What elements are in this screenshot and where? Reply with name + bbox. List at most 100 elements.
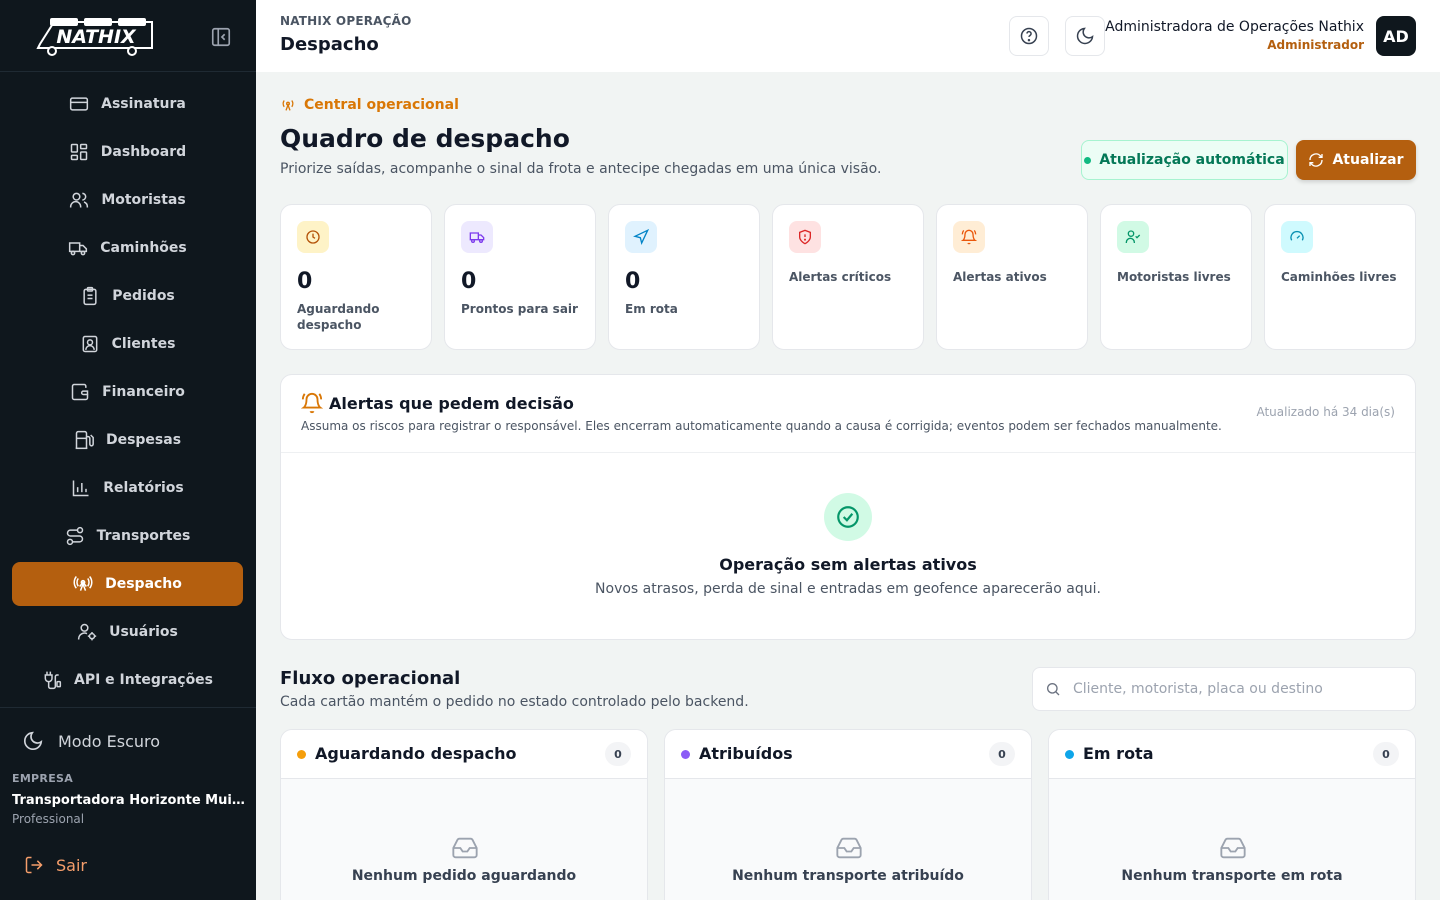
sidebar-item-api[interactable]: API e Integrações	[12, 658, 243, 702]
column-status-dot	[297, 750, 306, 759]
sidebar-item-transportes[interactable]: Transportes	[12, 514, 243, 558]
sidebar-divider	[0, 707, 256, 708]
flow-column-atribuidos: Atribuídos 0 Nenhum transporte atribuído	[664, 729, 1032, 900]
bar-chart-icon	[73, 480, 89, 497]
stat-icon-wrap	[461, 221, 493, 253]
column-title: Em rota	[1083, 744, 1154, 763]
sidebar-item-usuarios[interactable]: Usuários	[12, 610, 243, 654]
stat-label: Motoristas livres	[1117, 270, 1231, 284]
stat-card-motoristas-livres: Motoristas livres	[1100, 204, 1252, 350]
column-empty-text: Nenhum pedido aguardando	[351, 868, 577, 884]
avatar[interactable]: AD	[1376, 16, 1416, 56]
bell-ring-icon	[961, 229, 977, 245]
column-header: Aguardando despacho 0	[281, 730, 647, 779]
sidebar-item-label: Despacho	[105, 576, 182, 592]
alerts-description: Assuma os riscos para registrar o respon…	[301, 419, 1222, 433]
flow-subtitle: Cada cartão mantém o pedido no estado co…	[280, 694, 749, 710]
dark-mode-toggle[interactable]: Modo Escuro	[22, 730, 160, 752]
stat-label: Aguardando despacho	[297, 302, 380, 332]
sidebar-item-label: Caminhões	[100, 240, 187, 256]
auto-update-label: Atualização automática	[1099, 152, 1285, 168]
check-circle-icon	[837, 506, 859, 528]
sidebar-item-label: Pedidos	[112, 288, 175, 304]
column-header: Atribuídos 0	[665, 730, 1031, 779]
sidebar-item-relatorios[interactable]: Relatórios	[12, 466, 243, 510]
column-title: Atribuídos	[699, 744, 793, 763]
page-name: Despacho	[280, 34, 379, 55]
refresh-icon	[1309, 153, 1324, 167]
clock-icon	[306, 230, 320, 244]
sidebar-item-caminhoes[interactable]: Caminhões	[12, 226, 243, 270]
route-icon	[66, 526, 83, 546]
status-dot	[1084, 156, 1092, 164]
help-button[interactable]	[1009, 16, 1049, 56]
stat-label: Alertas críticos	[789, 270, 892, 284]
bell-ring-icon	[301, 393, 323, 414]
sidebar-item-clientes[interactable]: Clientes	[12, 322, 243, 366]
stat-icon-wrap	[1281, 221, 1313, 253]
stat-card-prontos: 0 Prontos para sair	[444, 204, 596, 350]
sidebar-collapse-icon[interactable]	[210, 26, 232, 48]
stat-label: Prontos para sair	[461, 302, 578, 316]
sidebar-item-motoristas[interactable]: Motoristas	[12, 178, 243, 222]
sidebar-item-assinatura[interactable]: Assinatura	[12, 82, 243, 126]
company-label: EMPRESA	[12, 772, 74, 785]
sidebar-item-financeiro[interactable]: Financeiro	[12, 370, 243, 414]
column-empty-text: Nenhum transporte atribuído	[732, 868, 964, 884]
auto-update-badge[interactable]: Atualização automática	[1081, 140, 1288, 180]
company-plan: Professional	[12, 812, 85, 826]
stat-card-em-rota: 0 Em rota	[608, 204, 760, 350]
logo-text: NATHIX	[56, 26, 137, 48]
eyebrow: Central operacional	[280, 97, 459, 113]
sidebar-item-label: API e Integrações	[73, 672, 214, 688]
stat-icon-wrap	[953, 221, 985, 253]
refresh-button[interactable]: Atualizar	[1296, 140, 1416, 180]
inbox-icon	[452, 837, 478, 859]
nathix-logo[interactable]: NATHIX	[32, 14, 158, 58]
theme-toggle-button[interactable]	[1065, 16, 1105, 56]
sidebar-item-pedidos[interactable]: Pedidos	[12, 274, 243, 318]
stat-icon-wrap	[297, 221, 329, 253]
sidebar-item-despesas[interactable]: Despesas	[12, 418, 243, 462]
stat-label: Em rota	[625, 302, 678, 316]
flow-columns: Aguardando despacho 0 Nenhum pedido agua…	[280, 729, 1416, 900]
search-box	[1032, 667, 1416, 711]
stat-icon-wrap	[789, 221, 821, 253]
sidebar-item-despacho[interactable]: Despacho	[12, 562, 243, 606]
sidebar-item-dashboard[interactable]: Dashboard	[12, 130, 243, 174]
main-content: Central operacional Quadro de despacho P…	[256, 72, 1440, 900]
stat-icon-wrap	[625, 221, 657, 253]
stat-card-alertas-criticos: Alertas críticos	[772, 204, 924, 350]
inbox-icon	[1220, 837, 1246, 859]
sidebar-item-label: Transportes	[96, 528, 191, 544]
radio-tower-icon	[282, 100, 294, 111]
empty-state-description: Novos atrasos, perda de sinal e entradas…	[595, 581, 1101, 597]
stat-icon-wrap	[1117, 221, 1149, 253]
page-title: Quadro de despacho	[280, 124, 570, 153]
alerts-title: Alertas que pedem decisão	[329, 394, 574, 413]
sidebar-item-label: Despesas	[105, 432, 182, 448]
topbar: NATHIX OPERAÇÃO Despacho Administradora …	[256, 0, 1440, 72]
page-subtitle: Priorize saídas, acompanhe o sinal da fr…	[280, 161, 882, 177]
eyebrow-label: Central operacional	[304, 97, 459, 113]
empty-state-badge	[824, 493, 872, 541]
navigation-icon	[633, 229, 649, 245]
dark-mode-label: Modo Escuro	[58, 731, 161, 751]
sidebar: NATHIX Assinatura Dashboard Motoristas C…	[0, 0, 256, 900]
dashboard-grid-icon	[70, 143, 88, 161]
stat-card-caminhoes-livres: Caminhões livres	[1264, 204, 1416, 350]
column-count-badge: 0	[1373, 742, 1399, 766]
search-input[interactable]	[1073, 681, 1393, 697]
flow-column-aguardando: Aguardando despacho 0 Nenhum pedido agua…	[280, 729, 648, 900]
truck-icon	[69, 242, 88, 256]
logout-button[interactable]: Sair	[24, 855, 87, 875]
sidebar-item-label: Motoristas	[101, 192, 186, 208]
column-status-dot	[1065, 750, 1074, 759]
moon-icon	[1076, 27, 1094, 45]
stat-value: 0	[297, 269, 313, 294]
inbox-icon	[836, 837, 862, 859]
stat-label: Alertas ativos	[953, 270, 1047, 284]
stats-row: 0 Aguardando despacho 0 Prontos para sai…	[280, 204, 1416, 350]
sidebar-item-label: Assinatura	[101, 96, 186, 112]
radio-tower-icon	[73, 576, 93, 591]
